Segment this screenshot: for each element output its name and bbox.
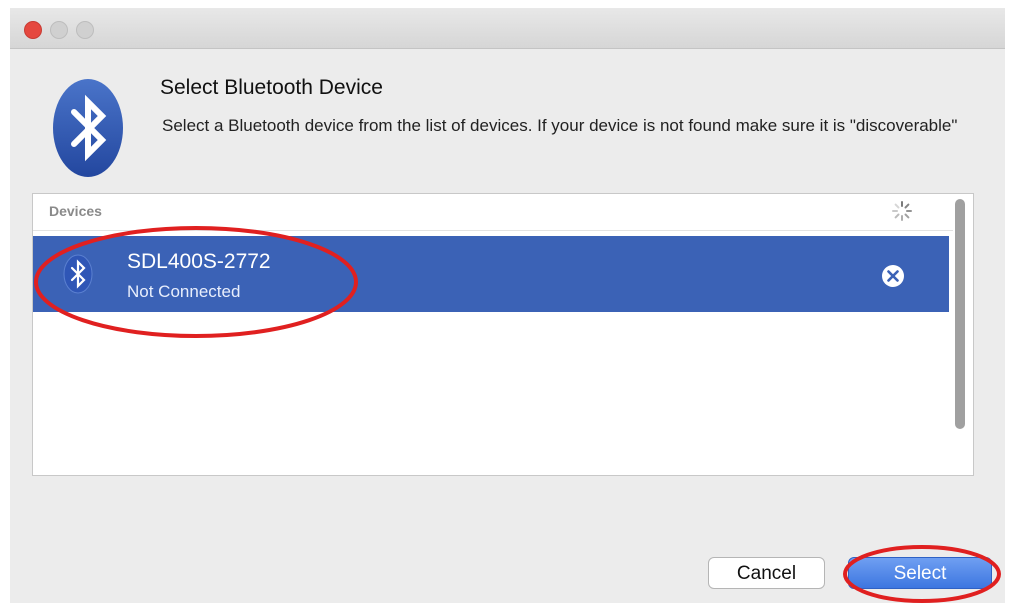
devices-list[interactable]: Devices SDL400S-2772 Not Connected <box>32 193 974 476</box>
spinner-icon <box>892 201 912 221</box>
minimize-window-button[interactable] <box>50 21 68 39</box>
select-button[interactable]: Select <box>848 557 992 589</box>
devices-header: Devices <box>49 203 102 219</box>
remove-icon[interactable] <box>881 264 905 288</box>
list-item[interactable]: SDL400S-2772 Not Connected <box>33 236 949 312</box>
header-divider <box>33 230 953 231</box>
scrollbar[interactable] <box>955 199 965 429</box>
device-status: Not Connected <box>127 282 241 301</box>
zoom-window-button[interactable] <box>76 21 94 39</box>
bluetooth-icon <box>63 254 93 294</box>
dialog-description: Select a Bluetooth device from the list … <box>162 116 958 135</box>
cancel-button[interactable]: Cancel <box>708 557 825 589</box>
title-bar <box>10 8 1005 49</box>
dialog-title: Select Bluetooth Device <box>160 76 383 99</box>
close-window-button[interactable] <box>24 21 42 39</box>
device-name: SDL400S-2772 <box>127 250 271 273</box>
bluetooth-icon <box>53 79 123 177</box>
